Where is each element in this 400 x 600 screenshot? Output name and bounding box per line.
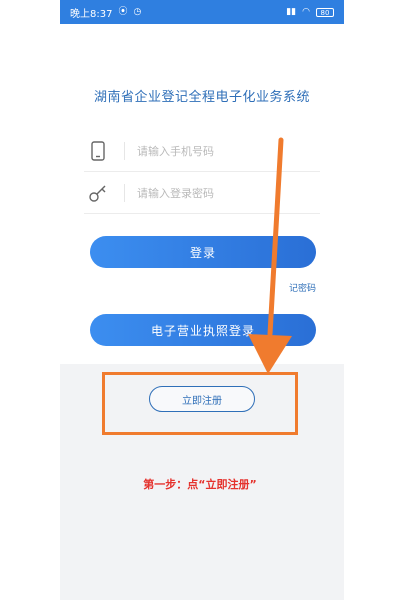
annotation-arrow-icon bbox=[248, 137, 292, 374]
annotation-caption: 第一步：点“立即注册” bbox=[143, 478, 257, 491]
